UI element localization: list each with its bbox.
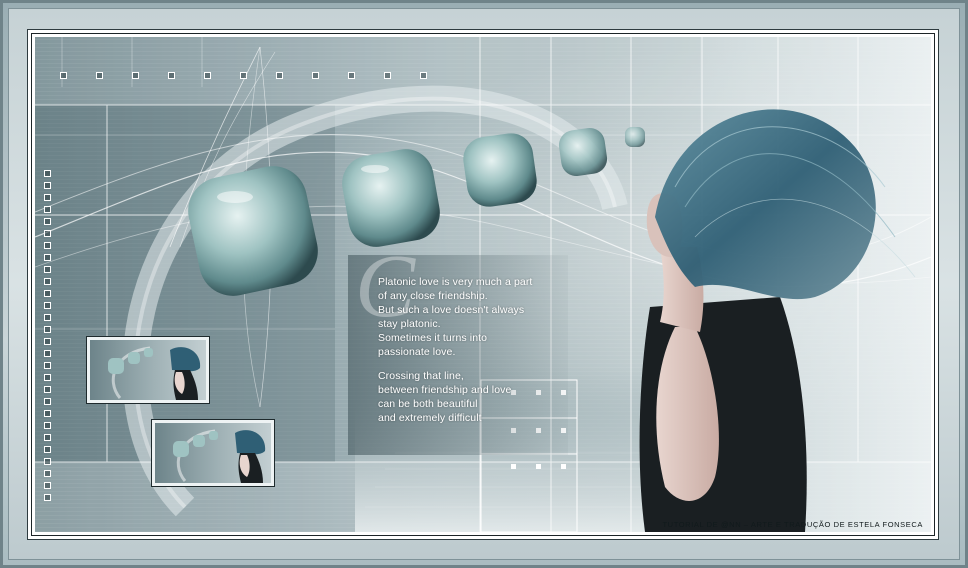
small-square-icon [276, 72, 283, 79]
small-square-icon [204, 72, 211, 79]
small-square-icon [44, 398, 51, 405]
small-square-icon [44, 266, 51, 273]
small-square-icon [44, 290, 51, 297]
white-dot [561, 464, 566, 469]
thumbnail-image [151, 419, 275, 487]
small-square-icon [44, 302, 51, 309]
small-square-icon [44, 326, 51, 333]
small-square-icon [44, 458, 51, 465]
artwork: C Platonic love is very much a part of a… [35, 37, 931, 532]
thumbnail-image [86, 336, 210, 404]
poem-text: Platonic love is very much a part of any… [378, 275, 568, 425]
poem-line: Crossing that line, [378, 370, 464, 382]
small-square-icon [420, 72, 427, 79]
poem-line: can be both beautiful [378, 398, 478, 410]
small-square-icon [44, 374, 51, 381]
small-square-icon [44, 482, 51, 489]
small-square-icon [44, 254, 51, 261]
white-dot [536, 464, 541, 469]
small-square-icon [60, 72, 67, 79]
small-square-icon [44, 170, 51, 177]
small-square-icon [44, 278, 51, 285]
small-square-icon [44, 218, 51, 225]
small-square-icon [44, 206, 51, 213]
poem-line: stay platonic. [378, 318, 441, 330]
small-square-icon [44, 362, 51, 369]
small-square-icon [240, 72, 247, 79]
small-square-icon [44, 434, 51, 441]
poem-line: and extremely difficult [378, 412, 482, 424]
small-square-icon [44, 350, 51, 357]
small-square-icon [348, 72, 355, 79]
small-square-icon [44, 242, 51, 249]
small-square-icon [96, 72, 103, 79]
small-square-icon [44, 386, 51, 393]
poem-line: between friendship and love [378, 384, 512, 396]
poem-line: of any close friendship. [378, 290, 488, 302]
small-square-icon [384, 72, 391, 79]
small-square-icon [312, 72, 319, 79]
small-square-icon [44, 314, 51, 321]
small-square-icon [168, 72, 175, 79]
small-square-icon [44, 182, 51, 189]
credit-text: Tutorial de @nn – Arte e Tradução de Est… [662, 520, 923, 529]
poem-line: Sometimes it turns into [378, 332, 488, 344]
small-square-icon [44, 470, 51, 477]
poem-line: passionate love. [378, 346, 456, 358]
small-square-icon [44, 446, 51, 453]
small-square-icon [132, 72, 139, 79]
poem-line: Platonic love is very much a part [378, 276, 533, 288]
small-square-icon [44, 494, 51, 501]
white-dot [511, 464, 516, 469]
small-square-icon [44, 230, 51, 237]
small-square-icon [44, 410, 51, 417]
poem-line: But such a love doesn't always [378, 304, 525, 316]
small-square-icon [44, 194, 51, 201]
small-square-icon [44, 338, 51, 345]
small-square-icon [44, 422, 51, 429]
